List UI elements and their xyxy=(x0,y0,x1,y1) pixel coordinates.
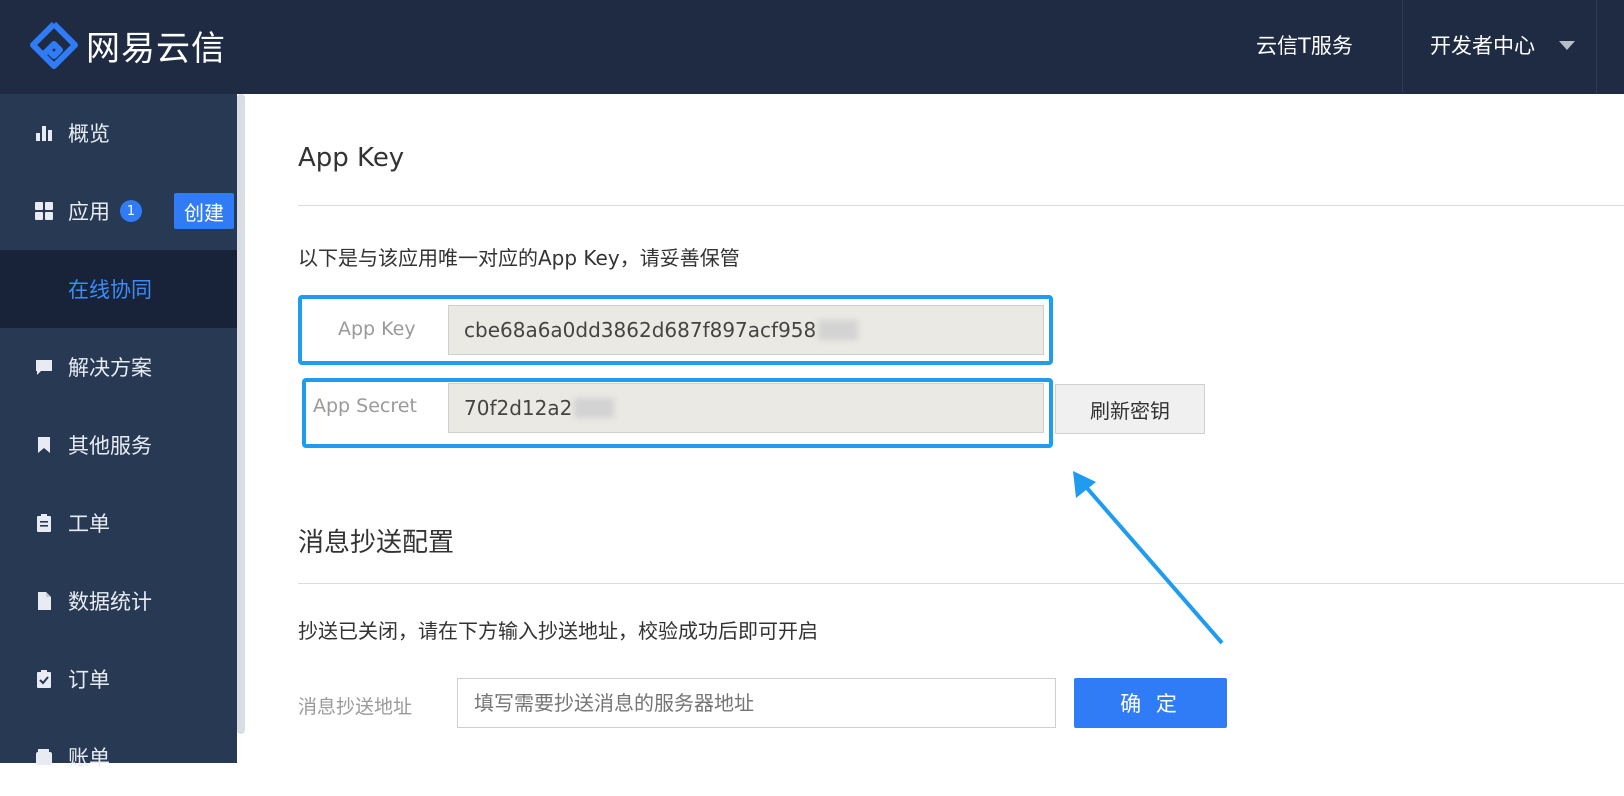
app-secret-value: 70f2d12a2 xyxy=(464,396,573,420)
sidebar-item-label: 账单 xyxy=(68,746,110,770)
sidebar-item-label: 数据统计 xyxy=(68,590,152,614)
confirm-button[interactable]: 确 定 xyxy=(1074,678,1227,728)
clipboard-check-icon xyxy=(37,670,51,688)
refresh-secret-button[interactable]: 刷新密钥 xyxy=(1055,384,1205,434)
redacted-mask xyxy=(574,398,615,418)
chevron-down-icon xyxy=(1559,40,1575,50)
appkey-section-title: App Key xyxy=(298,143,405,173)
create-app-button[interactable]: 创建 xyxy=(174,193,234,229)
developer-center-dropdown[interactable]: 开发者中心 xyxy=(1430,30,1575,60)
redacted-mask xyxy=(818,320,859,340)
sidebar-item-overview[interactable]: 概览 xyxy=(0,94,237,172)
sidebar-item-online-collab[interactable]: 在线协同 xyxy=(0,250,237,328)
app-secret-field[interactable]: 70f2d12a2 xyxy=(448,383,1044,433)
appkey-field[interactable]: cbe68a6a0dd3862d687f897acf958 xyxy=(448,305,1044,355)
developer-center-label: 开发者中心 xyxy=(1430,34,1535,58)
sidebar-item-label: 解决方案 xyxy=(68,356,152,380)
section-divider xyxy=(298,583,1624,584)
sidebar-item-label: 概览 xyxy=(68,122,110,146)
document-icon xyxy=(38,592,51,610)
sidebar-item-bills[interactable]: 账单 xyxy=(0,718,237,796)
bookmark-icon xyxy=(38,437,50,453)
section-divider xyxy=(298,205,1624,206)
cc-section-title: 消息抄送配置 xyxy=(298,528,455,558)
app-secret-label: App Secret xyxy=(313,395,417,417)
logo[interactable]: 网易云信 xyxy=(30,20,226,70)
appkey-description: 以下是与该应用唯一对应的App Key，请妥善保管 xyxy=(298,246,740,270)
sidebar-item-label: 应用 xyxy=(68,200,110,224)
sidebar-item-orders[interactable]: 订单 xyxy=(0,640,237,718)
wallet-icon xyxy=(36,749,52,765)
chat-icon xyxy=(36,360,52,375)
sidebar-item-label: 其他服务 xyxy=(68,434,152,458)
sidebar-item-other-services[interactable]: 其他服务 xyxy=(0,406,237,484)
bar-chart-icon xyxy=(36,126,52,141)
sidebar: 概览 应用 1 创建 在线协同 解决方案 其他服务 工单 数据统计 订单 账单 xyxy=(0,94,237,770)
cc-address-input[interactable] xyxy=(457,678,1056,728)
sidebar-item-tickets[interactable]: 工单 xyxy=(0,484,237,562)
grid-icon xyxy=(35,202,53,220)
app-count-badge: 1 xyxy=(120,200,142,222)
sidebar-item-statistics[interactable]: 数据统计 xyxy=(0,562,237,640)
cc-description: 抄送已关闭，请在下方输入抄送地址，校验成功后即可开启 xyxy=(298,619,818,643)
nav-divider xyxy=(1596,0,1597,94)
logo-text: 网易云信 xyxy=(86,28,226,69)
clipboard-icon xyxy=(37,514,51,532)
appkey-value: cbe68a6a0dd3862d687f897acf958 xyxy=(464,318,817,342)
sidebar-item-label: 订单 xyxy=(68,668,110,692)
nav-divider xyxy=(1402,0,1403,94)
netease-yunxin-logo-icon xyxy=(30,21,78,69)
sidebar-item-label: 工单 xyxy=(68,512,110,536)
nav-service-link[interactable]: 云信T服务 xyxy=(1256,30,1353,60)
top-navbar: 网易云信 云信T服务 开发者中心 xyxy=(0,0,1624,94)
sidebar-item-label: 在线协同 xyxy=(68,278,152,302)
cc-address-label: 消息抄送地址 xyxy=(298,696,413,718)
sidebar-item-solutions[interactable]: 解决方案 xyxy=(0,328,237,406)
appkey-label: App Key xyxy=(338,318,416,340)
sidebar-scrollbar[interactable] xyxy=(237,94,245,734)
